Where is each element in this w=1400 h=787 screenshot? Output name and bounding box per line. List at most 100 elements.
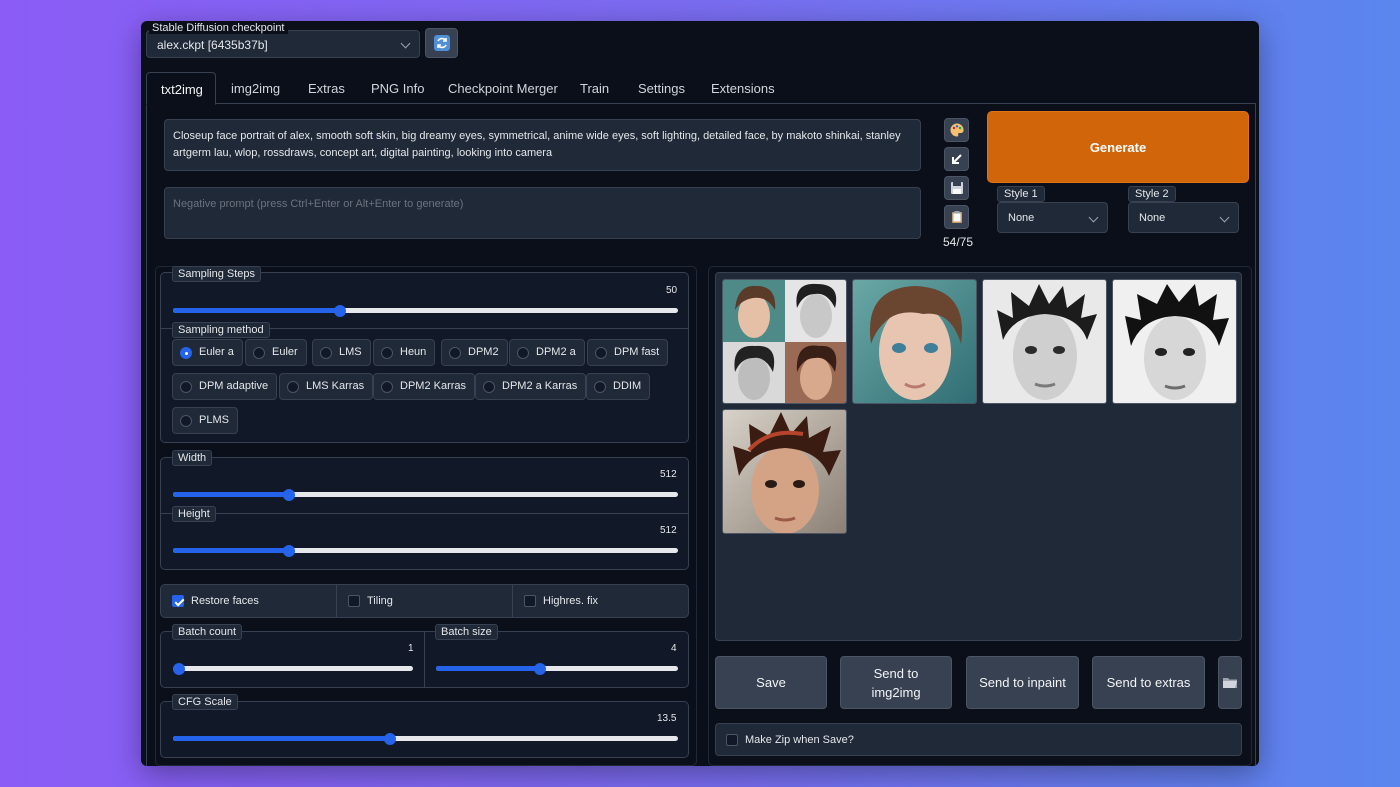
apply-style-button[interactable]: [944, 205, 969, 229]
sampler-lms[interactable]: LMS: [312, 339, 371, 366]
gallery-image-grid[interactable]: [722, 279, 847, 404]
make-zip-checkbox[interactable]: Make Zip when Save?: [715, 723, 1242, 756]
generate-button[interactable]: Generate: [987, 111, 1249, 183]
cfg-scale-label: CFG Scale: [172, 694, 238, 710]
batch-size-thumb[interactable]: [534, 662, 547, 675]
sampler-ddim[interactable]: DDIM: [586, 373, 651, 400]
clipboard-icon: [951, 211, 962, 223]
batch-size-fill: [436, 666, 541, 671]
style2-label: Style 2: [1128, 186, 1176, 202]
tab-img2img[interactable]: img2img: [217, 72, 294, 104]
style1-value: None: [1008, 212, 1035, 224]
checkpoint-label: Stable Diffusion checkpoint: [149, 22, 288, 34]
width-thumb[interactable]: [283, 488, 296, 501]
tab-extras[interactable]: Extras: [294, 72, 359, 104]
batch-divider: [424, 632, 425, 687]
batch-count-slider[interactable]: [173, 662, 413, 675]
sampler-euler-a[interactable]: Euler a: [172, 339, 243, 366]
gallery-image-4[interactable]: [722, 409, 847, 534]
sampler-dpm2-a[interactable]: DPM2 a: [509, 339, 585, 366]
sampler-heun[interactable]: Heun: [373, 339, 436, 366]
negative-prompt-placeholder: Negative prompt (press Ctrl+Enter or Alt…: [173, 198, 464, 210]
tab-extensions[interactable]: Extensions: [697, 72, 789, 104]
batch-size-label: Batch size: [435, 624, 498, 640]
restore-faces-checkbox[interactable]: Restore faces: [161, 585, 337, 618]
send-to-img2img-button[interactable]: Send to img2img: [840, 656, 952, 709]
checkbox-icon: [172, 595, 184, 607]
highres-fix-checkbox[interactable]: Highres. fix: [513, 585, 689, 618]
radio-icon: [180, 381, 192, 393]
send-to-img2img-label: Send to img2img: [871, 665, 921, 700]
sampling-steps-slider[interactable]: [173, 304, 678, 317]
style1-dropdown[interactable]: None: [997, 202, 1108, 233]
radio-icon: [287, 381, 299, 393]
checkpoint-value: alex.ckpt [6435b37b]: [157, 38, 268, 52]
sampling-steps-thumb[interactable]: [333, 304, 346, 317]
radio-icon: [517, 347, 529, 359]
checkpoint-dropdown[interactable]: alex.ckpt [6435b37b]: [146, 30, 420, 58]
batch-size-slider[interactable]: [436, 662, 678, 675]
palette-icon: [950, 123, 964, 137]
sampler-dpm2-karras[interactable]: DPM2 Karras: [373, 373, 476, 400]
sampler-dpm2-a-karras[interactable]: DPM2 a Karras: [475, 373, 587, 400]
batch-count-thumb[interactable]: [173, 662, 185, 675]
refresh-checkpoint-button[interactable]: [425, 28, 458, 58]
sampler-dpm-fast[interactable]: DPM fast: [587, 339, 669, 366]
chevron-down-icon: [400, 38, 411, 49]
image-gallery: [715, 272, 1242, 641]
batch-count-value: 1: [408, 643, 414, 654]
height-thumb[interactable]: [283, 544, 296, 557]
cfg-panel: [160, 701, 689, 758]
width-slider[interactable]: [173, 488, 678, 501]
tab-txt2img[interactable]: txt2img: [146, 72, 216, 105]
options-panel: Restore faces Tiling Highres. fix: [160, 584, 689, 618]
batch-count-label: Batch count: [172, 624, 243, 640]
tiling-checkbox[interactable]: Tiling: [337, 585, 513, 618]
sampler-dpm2[interactable]: DPM2: [441, 339, 508, 366]
chevron-down-icon: [1219, 212, 1230, 223]
radio-icon: [483, 381, 495, 393]
tab-train[interactable]: Train: [566, 72, 623, 104]
checkbox-icon: [524, 595, 536, 607]
radio-icon: [594, 381, 606, 393]
cfg-scale-slider[interactable]: [173, 732, 678, 745]
send-to-extras-button[interactable]: Send to extras: [1092, 656, 1205, 709]
height-value: 512: [660, 525, 677, 536]
send-to-inpaint-button[interactable]: Send to inpaint: [966, 656, 1079, 709]
prompt-text: Closeup face portrait of alex, smooth so…: [173, 130, 901, 159]
sampling-steps-label: Sampling Steps: [172, 266, 262, 282]
batch-size-value: 4: [671, 643, 677, 654]
negative-prompt-input[interactable]: Negative prompt (press Ctrl+Enter or Alt…: [164, 187, 921, 239]
dimensions-divider: [161, 513, 688, 514]
tab-png-info[interactable]: PNG Info: [357, 72, 438, 104]
open-folder-button[interactable]: [1218, 656, 1242, 709]
save-style-button[interactable]: [944, 176, 969, 200]
prompt-input[interactable]: Closeup face portrait of alex, smooth so…: [164, 119, 921, 171]
interrogate-button[interactable]: [944, 118, 969, 142]
token-counter: 54/75: [943, 235, 974, 249]
radio-icon: [180, 415, 192, 427]
gallery-image-2[interactable]: [982, 279, 1107, 404]
refresh-icon: [433, 35, 450, 51]
gallery-image-1[interactable]: [852, 279, 977, 404]
style2-value: None: [1139, 212, 1166, 224]
style2-dropdown[interactable]: None: [1128, 202, 1239, 233]
paste-params-button[interactable]: [944, 147, 969, 171]
sampler-lms-karras[interactable]: LMS Karras: [279, 373, 374, 400]
tab-settings[interactable]: Settings: [624, 72, 699, 104]
sampling-steps-value: 50: [666, 285, 678, 296]
sampler-euler[interactable]: Euler: [245, 339, 307, 366]
sampler-plms[interactable]: PLMS: [172, 407, 238, 434]
save-button[interactable]: Save: [715, 656, 827, 709]
radio-icon: [253, 347, 265, 359]
height-fill: [173, 548, 290, 553]
gallery-image-3[interactable]: [1112, 279, 1237, 404]
radio-icon: [595, 347, 607, 359]
radio-icon: [449, 347, 461, 359]
cfg-scale-thumb[interactable]: [384, 732, 397, 745]
tab-checkpoint-merger[interactable]: Checkpoint Merger: [434, 72, 572, 104]
radio-icon: [180, 347, 192, 359]
height-slider[interactable]: [173, 544, 678, 557]
checkbox-icon: [726, 734, 738, 746]
sampler-dpm-adaptive[interactable]: DPM adaptive: [172, 373, 278, 400]
